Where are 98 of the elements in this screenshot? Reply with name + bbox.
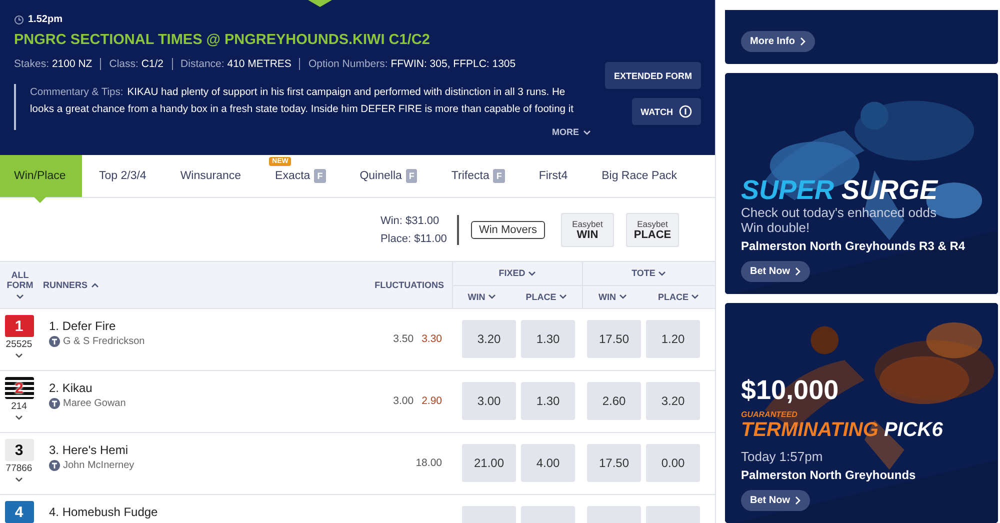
fluctuation-price: 3.50: [393, 333, 414, 345]
chevron-right-icon: [795, 267, 801, 276]
promo-kicker: GUARANTEED: [741, 410, 798, 419]
odds-button[interactable]: 2.60: [587, 382, 641, 420]
saddle-cloth: 4: [4, 501, 34, 523]
odds-button[interactable]: 1.30: [521, 382, 575, 420]
odds-button[interactable]: 3.20: [646, 382, 700, 420]
chevron-down-icon: [658, 270, 666, 277]
clock-icon: [14, 14, 24, 24]
info-label: Stakes:: [14, 58, 50, 70]
meeting-name: Palmerston North Greyhounds: [741, 468, 916, 482]
odds-button[interactable]: 4.00: [521, 444, 575, 482]
fluctuation-price: 3.00: [393, 395, 414, 407]
promo-text: Check out today's enhanced odds: [741, 205, 936, 220]
odds-button[interactable]: 0.00: [646, 444, 700, 482]
fixed-tag: F: [314, 169, 326, 183]
runners-header[interactable]: RUNNERS: [43, 280, 88, 290]
fluctuations-header: FLUCTUATIONS: [374, 280, 444, 290]
info-label: Distance:: [180, 58, 224, 70]
notch-marker: [308, 0, 332, 7]
column-header[interactable]: PLACE: [658, 292, 688, 302]
info-label: Class:: [109, 58, 138, 70]
odds-button[interactable]: 17.50: [587, 444, 641, 482]
chevron-down-icon: [15, 352, 23, 359]
race-time: 1.52pm: [28, 14, 62, 25]
more-link[interactable]: MORE: [14, 127, 591, 137]
group-header[interactable]: FIXED: [498, 268, 526, 278]
easybet-button[interactable]: Easybet PLACE: [626, 212, 679, 246]
info-value: C1/2: [141, 58, 164, 70]
info-value: 410 METRES: [227, 58, 292, 70]
chevron-down-icon: [559, 293, 568, 300]
saddle-cloth: 3: [4, 439, 34, 461]
form-figures: 25525: [6, 339, 32, 350]
chevron-down-icon: [691, 293, 700, 300]
column-header[interactable]: WIN: [468, 292, 486, 302]
win-total: Win: $31.00: [380, 214, 440, 226]
chevron-down-icon: [15, 414, 23, 421]
easybet-button[interactable]: Easybet WIN: [561, 212, 614, 246]
odds-button[interactable]: 21.00: [462, 444, 516, 482]
extended-form-button[interactable]: EXTENDED FORM: [604, 62, 701, 89]
chevron-down-icon: [488, 293, 496, 300]
race-title: PNGRC SECTIONAL TIMES @ PNGREYHOUNDS.KIWI C1/C2: [14, 32, 431, 48]
promo-headline: PICK6: [884, 419, 943, 441]
info-value: 2100 NZ: [52, 58, 92, 70]
odds-button[interactable]: 3.00: [462, 382, 516, 420]
runner-name[interactable]: 4. Homebush Fudge: [49, 505, 360, 519]
trainer-icon: [49, 336, 60, 347]
commentary-text: Commentary & Tips: KIKAU had plenty of support in his first campaign and performed with distinction in all 3 runs. He looks a great chance from a handy box in a fresh state today. Inside him DEFER FIRE is more than capable of footing it: [30, 86, 575, 117]
chevron-right-icon: [800, 37, 806, 46]
win-movers-button[interactable]: Win Movers: [470, 220, 545, 238]
form-figures: 214: [11, 401, 27, 412]
place-total: Place: $11.00: [380, 232, 447, 244]
promo-headline: SUPER: [741, 175, 834, 206]
promo-text: Win double!: [741, 220, 810, 236]
meeting-name: Palmerston North Greyhounds R3 & R4: [741, 239, 966, 254]
all-form-toggle[interactable]: ALL FORM: [2, 270, 38, 290]
chevron-right-icon: [795, 496, 801, 505]
promo-headline: SURGE: [842, 175, 938, 206]
trainer-icon: [49, 460, 60, 471]
info-icon: [679, 105, 692, 118]
group-header[interactable]: TOTE: [632, 268, 656, 278]
more-info-button[interactable]: More Info: [741, 31, 815, 52]
runner-name[interactable]: 3. Here's Hemi: [49, 443, 360, 457]
info-value: FFWIN: 305, FFPLC: 1305: [390, 58, 516, 70]
tab-pointer-marker: [34, 197, 46, 203]
trainer-name: G & S Fredrickson: [63, 336, 145, 347]
bet-type-tab[interactable]: Win/Place: [0, 155, 82, 197]
promo-headline: TERMINATING: [741, 419, 878, 441]
odds-button[interactable]: 17.50: [587, 320, 641, 358]
runner-name[interactable]: 2. Kikau: [49, 381, 360, 395]
fluctuation-price: 2.90: [422, 395, 442, 407]
trainer-name: John McInerney: [63, 460, 134, 471]
trainer-icon: [49, 398, 60, 409]
form-figures: 77866: [6, 463, 32, 474]
chevron-down-icon: [15, 476, 23, 483]
fluctuation-price: 18.00: [416, 457, 442, 469]
column-header[interactable]: WIN: [598, 292, 616, 302]
info-label: Option Numbers:: [308, 58, 388, 70]
fluctuation-price: 3.30: [422, 333, 442, 345]
odds-button[interactable]: 3.20: [462, 320, 516, 358]
watch-button[interactable]: WATCH: [632, 98, 701, 125]
fixed-tag: F: [493, 169, 505, 183]
chevron-down-icon: [16, 293, 24, 300]
trainer-name: Maree Gowan: [63, 398, 126, 409]
chevron-down-icon: [528, 270, 536, 277]
odds-button[interactable]: 1.30: [521, 320, 575, 358]
saddle-cloth: 1: [4, 315, 34, 337]
runner-name[interactable]: 1. Defer Fire: [49, 319, 360, 333]
sort-up-icon: [90, 282, 99, 288]
promo-amount: $10,000: [741, 375, 839, 406]
promo-text: Today 1:57pm: [741, 449, 823, 464]
fixed-tag: F: [406, 169, 418, 183]
chevron-down-icon: [582, 128, 591, 136]
odds-button[interactable]: 1.20: [646, 320, 700, 358]
bet-now-button[interactable]: Bet Now: [741, 261, 810, 282]
bet-now-button[interactable]: Bet Now: [741, 490, 810, 511]
column-header[interactable]: PLACE: [526, 292, 556, 302]
chevron-down-icon: [618, 293, 627, 300]
